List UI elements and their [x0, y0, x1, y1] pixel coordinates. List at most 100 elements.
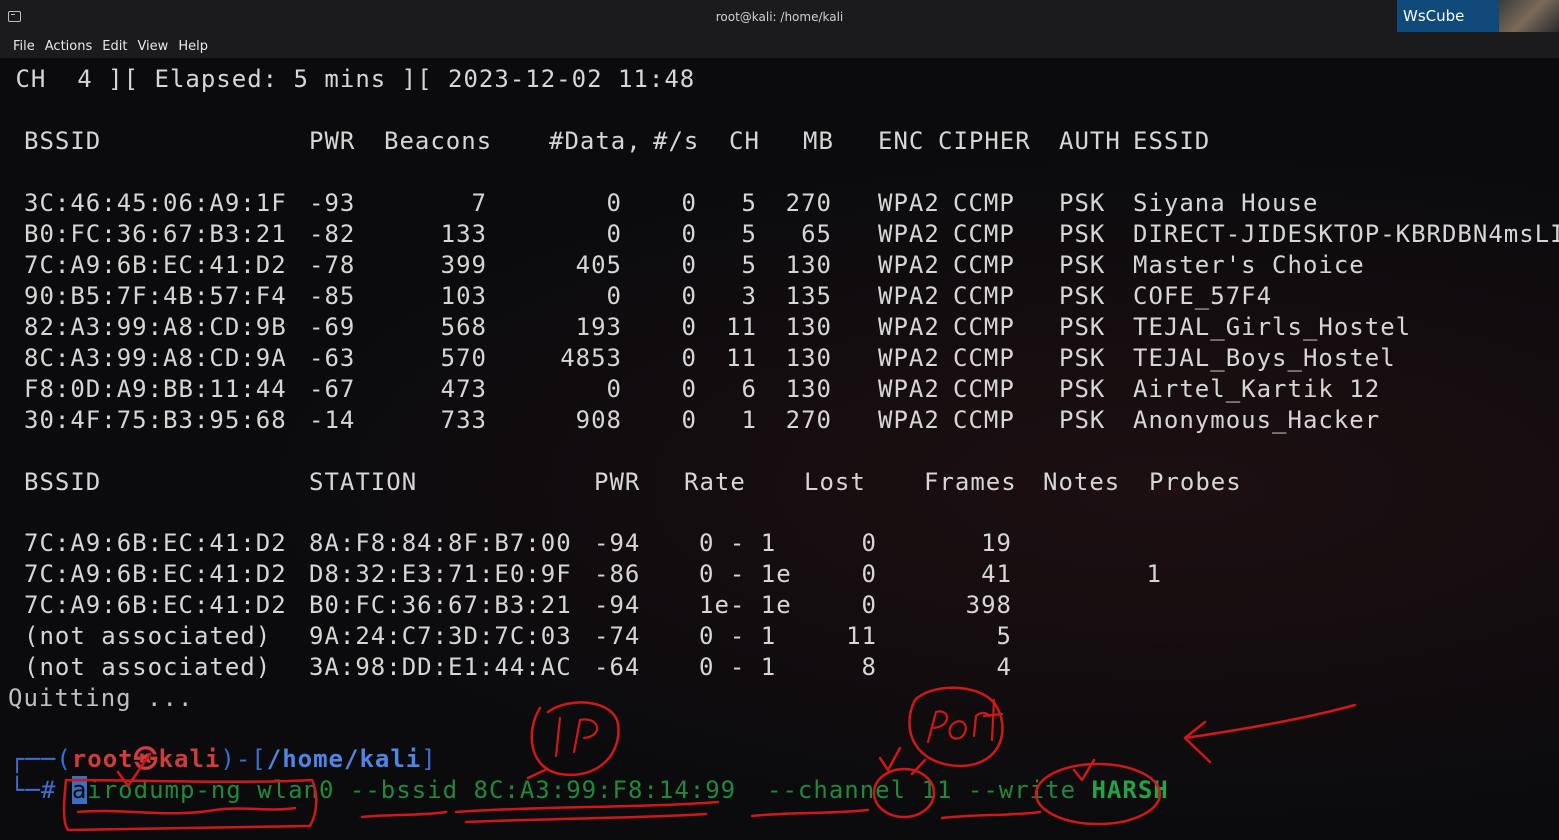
ap-row-cell: WPA2 [878, 406, 940, 434]
ap-row-cell: DIRECT-JIDESKTOP-KBRDBN4msLI [1133, 220, 1559, 248]
ap-row-cell: WPA2 [878, 220, 940, 248]
shell-prompt: ┌──(root㉿kali)-[/home/kali] [10, 744, 437, 775]
text-cursor: a [71, 776, 88, 804]
prompt-corner: └─ [10, 776, 41, 804]
ap-row-cell: 130 [785, 313, 832, 341]
ap-row-cell: COFE_57F4 [1133, 282, 1273, 310]
station-row-cell: -94 [594, 529, 641, 557]
ap-row-cell: WPA2 [878, 251, 940, 279]
ap-row-cell: PSK [1059, 313, 1106, 341]
prompt-path: /home/kali [266, 745, 422, 773]
ap-row-cell: WPA2 [878, 282, 940, 310]
terminal-output[interactable]: CH 4 ][ Elapsed: 5 mins ][ 2023-12-02 11… [0, 58, 1559, 840]
ap-row-cell: 130 [785, 344, 832, 372]
station-row-cell: 8A:F8:84:8F:B7:00 [309, 529, 572, 557]
ap-row-cell: TEJAL_Boys_Hostel [1133, 344, 1396, 372]
ap-row-cell: Master's Choice [1133, 251, 1365, 279]
station-header-cell: PWR [594, 468, 641, 496]
station-row-cell: 7C:A9:6B:EC:41:D2 [24, 529, 287, 557]
prompt-box-close: ] [421, 745, 437, 773]
ap-row-cell: CCMP [953, 406, 1015, 434]
station-header-cell: Frames [924, 468, 1017, 496]
station-row-cell: 5 [996, 622, 1012, 650]
ap-row-cell: 82:A3:99:A8:CD:9B [24, 313, 287, 341]
ap-row-cell: CCMP [953, 344, 1015, 372]
ap-header-cell: ESSID [1133, 127, 1211, 155]
ap-row-cell: 130 [785, 251, 832, 279]
ap-header-cell: Beacons [384, 127, 493, 155]
station-row-cell: -86 [594, 560, 641, 588]
ap-row-cell: F8:0D:A9:BB:11:44 [24, 375, 287, 403]
command-output-file[interactable]: HARSH [1091, 776, 1168, 804]
menu-file[interactable]: File [13, 39, 35, 54]
ap-row-cell: PSK [1059, 406, 1106, 434]
command-text[interactable]: irodump-ng wlan0 --bssid 8C:A3:99:F8:14:… [87, 776, 1091, 804]
ap-row-cell: 135 [785, 282, 832, 310]
ap-row-cell: CCMP [953, 251, 1015, 279]
ap-row-cell: PSK [1059, 344, 1106, 372]
menu-edit[interactable]: Edit [102, 39, 127, 54]
ap-row-cell: 90:B5:7F:4B:57:F4 [24, 282, 287, 310]
command-line[interactable]: └─# airodump-ng wlan0 --bssid 8C:A3:99:F… [10, 775, 1169, 806]
prompt-box-mid: )-[ [220, 745, 267, 773]
ap-row-cell: 270 [785, 406, 832, 434]
station-row-cell: 3A:98:DD:E1:44:AC [309, 653, 572, 681]
menu-actions[interactable]: Actions [45, 39, 93, 54]
station-row-cell: 4 [996, 653, 1012, 681]
station-row-cell: -74 [594, 622, 641, 650]
ap-row-cell: Siyana House [1133, 189, 1319, 217]
window-title: root@kali: /home/kali [715, 10, 844, 24]
station-header-cell: Probes [1149, 468, 1242, 496]
ap-row-cell: CCMP [953, 313, 1015, 341]
ap-row-cell: Airtel_Kartik 12 [1133, 375, 1381, 403]
menu-bar: File Actions Edit View Help [0, 34, 1559, 58]
title-bar: root@kali: /home/kali WsCube Tech [0, 0, 1559, 57]
station-row-cell: D8:32:E3:71:E0:9F [309, 560, 572, 588]
station-row-cell: B0:FC:36:67:B3:21 [309, 591, 572, 619]
ap-row-cell: WPA2 [878, 189, 940, 217]
brand-overlay: WsCube Tech [1397, 0, 1559, 57]
ap-row-cell: 130 [785, 375, 832, 403]
station-row-cell: 398 [965, 591, 1012, 619]
station-row-cell: 1 [1146, 560, 1162, 588]
prompt-user-host: root㉿kali [71, 745, 221, 773]
ap-row-cell: 65 [801, 220, 832, 248]
ap-row-cell: 3C:46:45:06:A9:1F [24, 189, 287, 217]
ap-row-cell: TEJAL_Girls_Hostel [1133, 313, 1412, 341]
station-header-cell: Lost [804, 468, 866, 496]
ap-header-cell: AUTH [1059, 127, 1121, 155]
ap-header-cell: CH [729, 127, 760, 155]
ap-row-cell: B0:FC:36:67:B3:21 [24, 220, 287, 248]
ap-row-cell: 270 [785, 189, 832, 217]
ap-header-cell: BSSID [24, 127, 102, 155]
ap-row-cell: CCMP [953, 282, 1015, 310]
status-line: CH 4 ][ Elapsed: 5 mins ][ 2023-12-02 11… [0, 65, 696, 93]
ap-header-cell: #/s [653, 127, 700, 155]
station-row-cell: (not associated) [24, 622, 272, 650]
menu-view[interactable]: View [137, 39, 168, 54]
ap-header-cell: ENC [878, 127, 925, 155]
station-row-cell: 19 [981, 529, 1012, 557]
ap-row-cell: CCMP [953, 375, 1015, 403]
ap-row-cell: 30:4F:75:B3:95:68 [24, 406, 287, 434]
ap-row-cell: PSK [1059, 251, 1106, 279]
quitting-message: Quitting ... [8, 684, 194, 712]
station-header-cell: STATION [309, 468, 418, 496]
station-header-cell: BSSID [24, 468, 102, 496]
ap-header-cell: CIPHER [938, 127, 1031, 155]
station-row-cell: 9A:24:C7:3D:7C:03 [309, 622, 572, 650]
prompt-box-open: ┌──( [10, 745, 72, 773]
station-header-cell: Notes [1043, 468, 1121, 496]
ap-row-cell: Anonymous_Hacker [1133, 406, 1381, 434]
ap-row-cell: WPA2 [878, 344, 940, 372]
station-row-cell: 7C:A9:6B:EC:41:D2 [24, 560, 287, 588]
menu-help[interactable]: Help [178, 39, 208, 54]
ap-row-cell: PSK [1059, 282, 1106, 310]
ap-row-cell: CCMP [953, 189, 1015, 217]
ap-row-cell: WPA2 [878, 375, 940, 403]
ap-header-cell: #Data, [549, 127, 642, 155]
ap-row-cell: PSK [1059, 189, 1106, 217]
ap-row-cell: CCMP [953, 220, 1015, 248]
ap-row-cell: 7C:A9:6B:EC:41:D2 [24, 251, 287, 279]
ap-row-cell: PSK [1059, 220, 1106, 248]
